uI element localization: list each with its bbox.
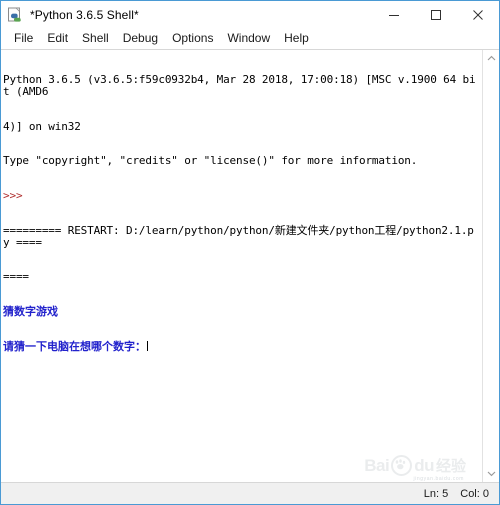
watermark-chinese: 经验: [435, 457, 466, 475]
console-output[interactable]: Python 3.6.5 (v3.6.5:f59c0932b4, Mar 28 …: [3, 51, 480, 376]
menu-item-options[interactable]: Options: [165, 30, 220, 47]
maximize-button[interactable]: [415, 1, 457, 28]
menu-bar: File Edit Shell Debug Options Window Hel…: [1, 28, 499, 50]
scroll-down-button[interactable]: [483, 465, 500, 482]
chevron-up-icon: [487, 55, 495, 61]
console-prompt: >>>: [3, 189, 23, 203]
status-bar: Ln: 5 Col: 0: [1, 482, 499, 504]
watermark-brand: Bai: [364, 455, 390, 475]
menu-item-file[interactable]: File: [7, 30, 40, 47]
idle-python-icon: [7, 7, 23, 23]
close-icon: [473, 9, 483, 20]
chevron-down-icon: [487, 471, 495, 477]
shell-text-area[interactable]: Python 3.6.5 (v3.6.5:f59c0932b4, Mar 28 …: [1, 50, 482, 482]
baidu-jingyan-watermark: Bai du 经验: [364, 455, 466, 476]
watermark-suffix: du: [414, 455, 434, 475]
scrollbar-track[interactable]: [482, 67, 499, 465]
shell-content: Python 3.6.5 (v3.6.5:f59c0932b4, Mar 28 …: [1, 50, 499, 482]
console-line-banner-1: Python 3.6.5 (v3.6.5:f59c0932b4, Mar 28 …: [3, 73, 476, 98]
menu-item-edit[interactable]: Edit: [40, 30, 75, 47]
console-line-output-2: 请猜一下电脑在想哪个数字：: [3, 339, 146, 353]
menu-item-help[interactable]: Help: [277, 30, 316, 47]
window-title: *Python 3.6.5 Shell*: [30, 7, 139, 22]
status-column-number: Col: 0: [460, 487, 489, 500]
vertical-scrollbar[interactable]: [482, 50, 499, 482]
menu-item-shell[interactable]: Shell: [75, 30, 116, 47]
close-button[interactable]: [457, 1, 499, 28]
watermark-subtitle: jingyan.baidu.com: [413, 476, 464, 482]
console-line-restart-2: ====: [3, 270, 29, 284]
menu-item-window[interactable]: Window: [220, 30, 277, 47]
paw-icon: [391, 455, 413, 476]
idle-shell-window: *Python 3.6.5 Shell* File Edit Shell Deb…: [0, 0, 500, 505]
status-line-number: Ln: 5: [423, 487, 449, 500]
scroll-up-button[interactable]: [483, 50, 500, 67]
window-controls: [373, 1, 499, 28]
console-line-banner-2: 4)] on win32: [3, 119, 81, 133]
title-bar[interactable]: *Python 3.6.5 Shell*: [1, 1, 499, 28]
console-line-restart-1: ========= RESTART: D:/learn/python/pytho…: [3, 223, 474, 249]
minimize-icon: [389, 14, 399, 16]
minimize-button[interactable]: [373, 1, 415, 28]
console-line-banner-3: Type "copyright", "credits" or "license(…: [3, 154, 418, 168]
text-caret: [147, 340, 148, 351]
menu-item-debug[interactable]: Debug: [116, 30, 165, 47]
maximize-icon: [431, 9, 441, 20]
console-line-output-1: 猜数字游戏: [3, 305, 58, 319]
